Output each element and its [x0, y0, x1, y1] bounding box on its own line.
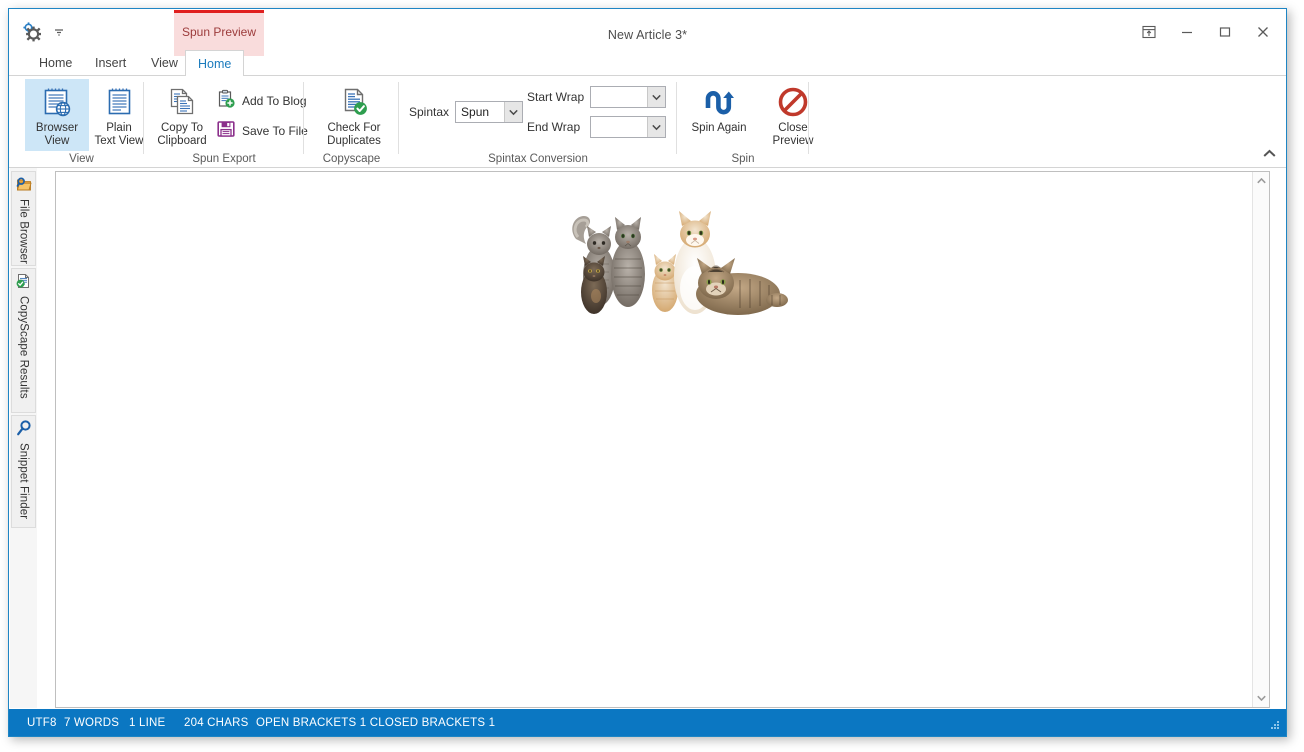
status-bar: UTF8 7 WORDS 1 LINE 204 CHARS OPEN BRACK…: [9, 709, 1286, 736]
status-encoding: UTF8: [27, 716, 57, 729]
resize-grip-icon[interactable]: [1269, 719, 1281, 731]
end-wrap-label: End Wrap: [527, 120, 581, 134]
chevron-down-icon: [647, 117, 665, 137]
save-to-file-label: Save To File: [242, 124, 308, 138]
check-for-duplicates-label: Check For Duplicates: [327, 122, 381, 147]
close-preview-button[interactable]: Close Preview: [761, 79, 825, 151]
sidebar-item-label: File Browser: [17, 199, 30, 265]
ribbon-group-spintax-conversion-title: Spintax Conversion: [488, 153, 588, 165]
snippet-finder-icon: [16, 420, 32, 441]
end-wrap-value: [591, 117, 647, 137]
spintax-label: Spintax: [409, 105, 450, 119]
spintax-select[interactable]: Spun: [455, 101, 524, 123]
save-icon: [216, 119, 236, 144]
status-word-count: 7 WORDS: [64, 716, 120, 729]
start-wrap-field: Start Wrap: [527, 86, 667, 108]
plain-text-view-label: Plain Text View: [94, 122, 144, 147]
ribbon-group-view: Browser View Plain Text View View: [19, 76, 144, 167]
add-to-blog-label: Add To Blog: [242, 94, 307, 108]
check-duplicates-icon: [337, 84, 371, 120]
ribbon-group-spun-export: Copy To Clipboard Add To Blog Save To Fi…: [144, 76, 308, 167]
start-wrap-select[interactable]: [590, 86, 667, 108]
save-to-file-button[interactable]: Save To File: [212, 119, 312, 143]
copy-to-clipboard-label: Copy To Clipboard: [157, 122, 207, 147]
status-bracket-counts: OPEN BRACKETS 1 CLOSED BRACKETS 1: [256, 716, 496, 729]
contextual-tab-group-label: Spun Preview: [181, 25, 257, 39]
sidebar-item-copyscape-results[interactable]: CopyScape Results: [11, 268, 36, 413]
left-dock-tabbar: File Browser CopyScape Results Snippet F…: [10, 168, 37, 708]
sidebar-item-file-browser[interactable]: File Browser: [11, 171, 36, 266]
tab-insert[interactable]: Insert: [83, 50, 138, 76]
chevron-up-icon[interactable]: [1260, 144, 1278, 162]
plain-text-view-button[interactable]: Plain Text View: [87, 79, 151, 151]
ribbon-group-spun-export-title: Spun Export: [192, 153, 256, 165]
window-controls: [1130, 17, 1282, 47]
ribbon-group-spin-title: Spin: [731, 153, 755, 165]
ribbon-group-spin: Spin Again Close Preview Spin: [677, 76, 813, 167]
sidebar-item-label: Snippet Finder: [17, 443, 30, 520]
start-wrap-label: Start Wrap: [527, 90, 585, 104]
spin-again-label: Spin Again: [691, 122, 747, 134]
copyscape-results-icon: [16, 273, 32, 294]
spin-again-button[interactable]: Spin Again: [683, 79, 755, 151]
status-char-count: 204 CHARS: [184, 716, 249, 729]
browser-view-label: Browser View: [35, 122, 79, 147]
ribbon-group-view-title: View: [69, 153, 94, 165]
start-wrap-value: [591, 87, 647, 107]
ribbon-display-options-icon[interactable]: [1130, 17, 1168, 47]
close-preview-icon: [777, 84, 809, 120]
tab-home[interactable]: Home: [27, 50, 84, 76]
ribbon-tab-strip: Home Insert View Home: [9, 50, 1286, 77]
file-browser-icon: [15, 176, 32, 197]
group-of-cats-photo: [564, 204, 792, 324]
sidebar-item-label: CopyScape Results: [17, 296, 30, 399]
spintax-value: Spun: [461, 105, 490, 119]
application-window: New Article 3* Spun Preview Home Insert …: [8, 8, 1287, 737]
chevron-down-icon: [504, 102, 523, 122]
ribbon-group-copyscape: Check For Duplicates Copyscape: [304, 76, 399, 167]
group-separator: [808, 82, 809, 154]
browser-view-button[interactable]: Browser View: [25, 79, 89, 151]
document-canvas[interactable]: [56, 172, 1252, 707]
ribbon-group-copyscape-title: Copyscape: [322, 153, 381, 165]
check-for-duplicates-button[interactable]: Check For Duplicates: [318, 79, 390, 151]
spin-again-icon: [702, 84, 736, 120]
end-wrap-field: End Wrap: [527, 116, 666, 138]
chevron-down-icon: [647, 87, 666, 107]
tab-home-spun-preview[interactable]: Home: [185, 50, 245, 77]
ribbon-group-spintax-conversion: Spintax Spun Start Wrap End Wrap Spintax…: [399, 76, 677, 167]
status-line-count: 1 LINE: [129, 716, 166, 729]
close-icon[interactable]: [1244, 17, 1282, 47]
caret-down-icon[interactable]: [53, 26, 65, 38]
end-wrap-select[interactable]: [590, 116, 666, 138]
plain-text-view-icon: [102, 84, 136, 120]
browser-view-icon: [40, 84, 74, 120]
preview-pane: [55, 171, 1270, 708]
scroll-down-icon[interactable]: [1253, 689, 1270, 707]
add-to-blog-icon: [216, 89, 236, 114]
minimize-icon[interactable]: [1168, 17, 1206, 47]
ribbon: Browser View Plain Text View View Copy T…: [9, 76, 1286, 168]
tab-view[interactable]: View: [139, 50, 190, 76]
scroll-up-icon[interactable]: [1253, 172, 1270, 190]
add-to-blog-button[interactable]: Add To Blog: [212, 89, 311, 113]
quick-access-toolbar: [21, 21, 65, 43]
gears-icon[interactable]: [21, 21, 43, 43]
vertical-scrollbar[interactable]: [1252, 172, 1269, 707]
copy-icon: [165, 84, 199, 120]
sidebar-item-snippet-finder[interactable]: Snippet Finder: [11, 415, 36, 528]
spintax-field: Spintax Spun: [409, 101, 524, 123]
copy-to-clipboard-button[interactable]: Copy To Clipboard: [150, 79, 214, 151]
maximize-icon[interactable]: [1206, 17, 1244, 47]
